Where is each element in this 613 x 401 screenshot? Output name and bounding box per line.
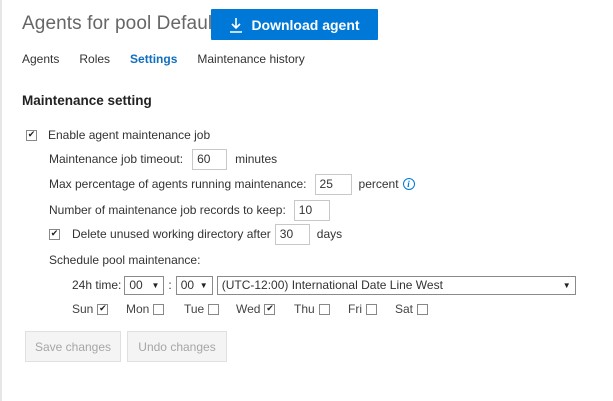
day-label: Sat	[395, 302, 414, 316]
max-percentage-unit: percent	[358, 177, 399, 191]
section-title: Maintenance setting	[22, 93, 152, 108]
delete-dir-unit: days	[316, 227, 343, 241]
time-row: 24h time: 00 ▼ : 00 ▼ (UTC-12:00) Intern…	[72, 275, 576, 295]
download-agent-label: Download agent	[251, 16, 360, 33]
day-tue-checkbox[interactable]	[208, 303, 220, 315]
day-tue: Tue	[184, 302, 236, 316]
page-title: Agents for pool Default	[22, 13, 218, 34]
day-wed-checkbox[interactable]	[264, 303, 276, 315]
minute-value: 00	[180, 278, 195, 292]
day-fri: Fri	[348, 302, 395, 316]
time-label: 24h time:	[72, 278, 122, 292]
day-mon: Mon	[126, 302, 184, 316]
day-thu-checkbox[interactable]	[318, 303, 330, 315]
minute-select[interactable]: 00 ▼	[175, 275, 213, 295]
day-sun-checkbox[interactable]	[97, 303, 109, 315]
delete-dir-days-input[interactable]	[274, 223, 310, 245]
chevron-down-icon: ▼	[199, 280, 208, 290]
days-row: Sun Mon Tue Wed Thu Fri Sat	[72, 302, 435, 316]
chevron-down-icon: ▼	[562, 280, 571, 290]
save-changes-button[interactable]: Save changes	[25, 331, 121, 362]
records-input[interactable]	[293, 199, 330, 221]
info-icon[interactable]: i	[402, 178, 415, 190]
time-separator: :	[168, 278, 172, 292]
timezone-value: (UTC-12:00) International Date Line West	[221, 278, 443, 292]
timezone-select[interactable]: (UTC-12:00) International Date Line West…	[216, 275, 576, 295]
timeout-label: Maintenance job timeout:	[49, 152, 184, 166]
max-percentage-row: Max percentage of agents running mainten…	[49, 173, 415, 195]
hour-value: 00	[129, 278, 143, 292]
day-sat-checkbox[interactable]	[417, 303, 429, 315]
enable-maintenance-checkbox[interactable]	[26, 129, 37, 141]
day-thu: Thu	[294, 302, 348, 316]
tab-settings[interactable]: Settings	[130, 52, 177, 66]
records-label: Number of maintenance job records to kee…	[49, 203, 286, 217]
day-mon-checkbox[interactable]	[153, 303, 165, 315]
chevron-down-icon: ▼	[151, 280, 160, 290]
delete-dir-row: Delete unused working directory after da…	[49, 223, 342, 245]
timeout-row: Maintenance job timeout: minutes	[49, 148, 277, 170]
tab-agents[interactable]: Agents	[22, 52, 59, 66]
max-percentage-input[interactable]	[314, 173, 352, 195]
tab-roles[interactable]: Roles	[79, 52, 110, 66]
left-border	[0, 0, 2, 401]
day-sun: Sun	[72, 302, 126, 316]
day-label: Sun	[72, 302, 94, 316]
page-header: Agents for pool Default	[22, 8, 218, 40]
day-label: Mon	[126, 302, 150, 316]
timeout-input[interactable]	[192, 148, 228, 170]
enable-row: Enable agent maintenance job	[26, 128, 210, 142]
enable-maintenance-label: Enable agent maintenance job	[48, 128, 211, 142]
day-wed: Wed	[236, 302, 294, 316]
tab-bar: Agents Roles Settings Maintenance histor…	[22, 52, 325, 66]
day-sat: Sat	[395, 302, 435, 316]
download-icon	[230, 17, 243, 33]
day-label: Wed	[236, 302, 261, 316]
schedule-label: Schedule pool maintenance:	[49, 253, 201, 267]
undo-changes-button[interactable]: Undo changes	[127, 331, 227, 362]
day-label: Thu	[294, 302, 315, 316]
delete-dir-checkbox[interactable]	[49, 228, 60, 240]
schedule-row: Schedule pool maintenance:	[49, 253, 200, 267]
max-percentage-label: Max percentage of agents running mainten…	[49, 177, 307, 191]
download-agent-button[interactable]: Download agent	[211, 9, 378, 40]
day-fri-checkbox[interactable]	[366, 303, 377, 315]
hour-select[interactable]: 00 ▼	[124, 275, 165, 295]
day-label: Tue	[184, 302, 205, 316]
timeout-unit: minutes	[235, 152, 278, 166]
records-row: Number of maintenance job records to kee…	[49, 199, 330, 221]
day-label: Fri	[348, 302, 362, 316]
delete-dir-label: Delete unused working directory after	[72, 227, 271, 241]
tab-maintenance-history[interactable]: Maintenance history	[197, 52, 304, 66]
